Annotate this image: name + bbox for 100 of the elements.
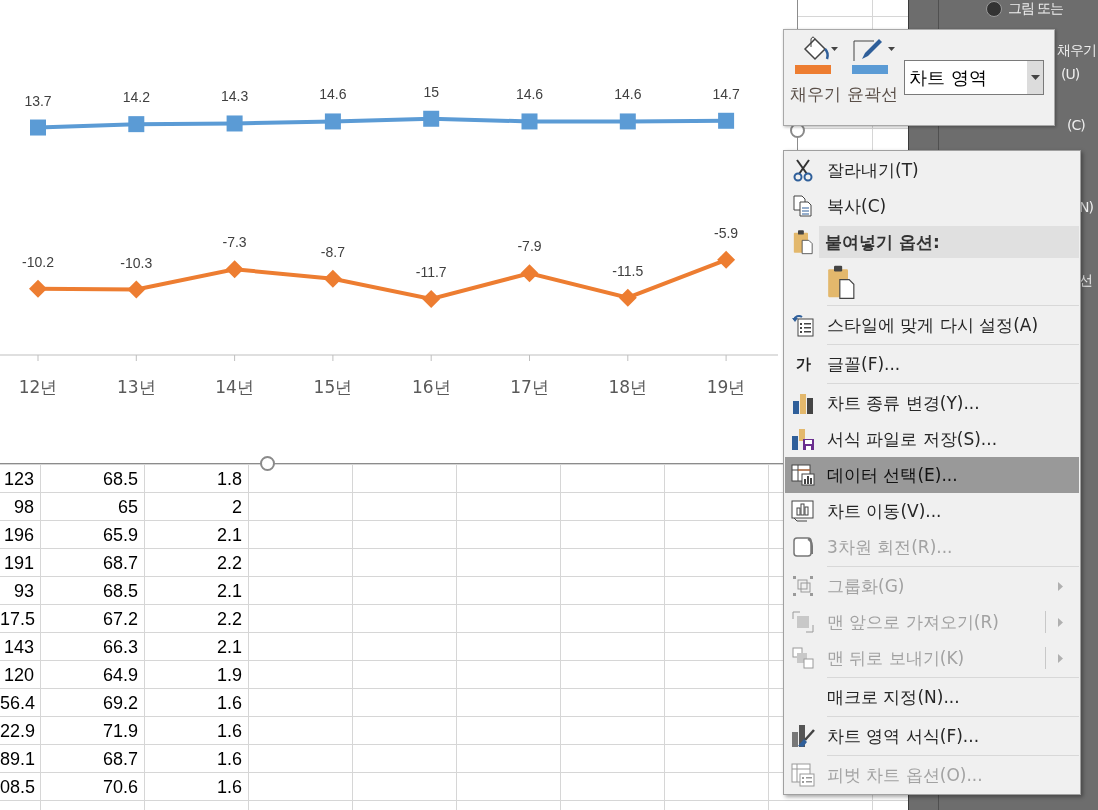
- pane-label: (U): [1061, 66, 1080, 82]
- move-chart-icon: [791, 500, 815, 522]
- submenu-arrow-icon: [1058, 617, 1063, 627]
- submenu-arrow-icon: [1058, 653, 1063, 663]
- data-label: 14.6: [614, 86, 642, 103]
- reset-style-icon: [791, 313, 815, 337]
- table-cell-text: 2.1: [215, 636, 243, 659]
- diamond-marker: [717, 250, 736, 269]
- square-marker: [324, 113, 341, 130]
- data-label: 15: [423, 83, 439, 100]
- menu-item[interactable]: 차트 이동(V)...: [785, 493, 1079, 529]
- table-cell-text: 120: [2, 664, 35, 687]
- font-icon: 가: [795, 354, 811, 374]
- table-cell-text: 1.6: [215, 776, 243, 799]
- diamond-marker: [422, 290, 441, 308]
- clipboard-icon: [793, 229, 813, 255]
- square-marker: [619, 113, 636, 130]
- square-marker: [128, 116, 145, 133]
- table-cell-text: 08.5: [0, 776, 37, 799]
- group-icon: [792, 575, 814, 597]
- fill-button[interactable]: 채우기: [790, 35, 841, 125]
- menu-item[interactable]: 데이터 선택(E)...: [785, 457, 1079, 493]
- table-cell-text: 98: [12, 496, 35, 519]
- diamond-marker: [225, 260, 244, 279]
- menu-item[interactable]: 가 글꼴(F)...: [785, 346, 1079, 382]
- scissors-icon: [792, 158, 814, 182]
- table-cell-text: 143: [2, 636, 35, 659]
- table-cell-text: 2.1: [215, 580, 243, 603]
- dropdown-caret-icon[interactable]: [1030, 75, 1040, 80]
- table-cell-text: 93: [12, 580, 35, 603]
- data-label: 14.2: [122, 89, 150, 106]
- table-cell-text: 69.2: [101, 692, 139, 715]
- pivot-chart-icon: [791, 763, 815, 787]
- table-cell-text: 2.2: [215, 608, 243, 631]
- table-cell-text: 123: [2, 468, 35, 491]
- pane-label: 채우기: [1057, 42, 1096, 60]
- table-cell-text: 1.9: [215, 664, 243, 687]
- cube-icon: [792, 536, 814, 558]
- option-label: 그림 또는: [1008, 0, 1064, 18]
- menu-item[interactable]: 서식 파일로 저장(S)...: [785, 421, 1079, 457]
- menu-item[interactable]: 차트 종류 변경(Y)...: [785, 385, 1079, 421]
- table-cell-text: 17.5: [0, 608, 37, 631]
- table-cell-text: 196: [2, 524, 35, 547]
- outline-button[interactable]: 윤곽선: [847, 35, 898, 125]
- paste-option-button[interactable]: [827, 264, 855, 300]
- element-select[interactable]: 차트 영역: [904, 60, 1044, 95]
- axis-label: 18년: [608, 377, 648, 397]
- menu-item[interactable]: 잘라내기(T): [785, 152, 1079, 188]
- data-label: 14.7: [712, 85, 740, 102]
- square-marker: [718, 112, 735, 129]
- data-label: -11.5: [612, 262, 644, 279]
- table-cell-text: 65: [116, 496, 139, 519]
- menu-item[interactable]: 매크로 지정(N)...: [785, 679, 1079, 715]
- radio-button[interactable]: [986, 1, 1002, 17]
- bring-front-icon: [792, 611, 814, 633]
- data-label: 14.6: [515, 86, 544, 103]
- table-cell-text: 1.6: [215, 692, 243, 715]
- table-cell-text: 2.1: [215, 524, 243, 547]
- axis-label: 13년: [117, 377, 156, 397]
- data-label: -10.3: [120, 254, 153, 271]
- diamond-marker: [323, 269, 342, 288]
- bar-chart-icon: [792, 392, 814, 414]
- data-label: -5.9: [714, 224, 739, 241]
- data-label: -10.2: [22, 253, 54, 270]
- data-label: 14.3: [221, 88, 249, 105]
- format-brush-icon: [791, 724, 815, 748]
- menu-item[interactable]: 복사(C): [785, 188, 1079, 224]
- table-cell-text: 68.5: [101, 468, 139, 491]
- table-cell-text: 70.6: [101, 776, 139, 799]
- table-cell-text: 67.2: [101, 608, 139, 631]
- pane-label: (C): [1067, 117, 1085, 133]
- table-cell-text: 64.9: [101, 664, 139, 687]
- diamond-marker: [127, 280, 146, 299]
- axis-label: 12년: [18, 377, 58, 397]
- data-label: 14.6: [319, 86, 347, 103]
- square-marker: [226, 115, 243, 132]
- menu-item[interactable]: 스타일에 맞게 다시 설정(A): [785, 307, 1079, 343]
- copy-icon: [792, 194, 814, 218]
- table-chart-icon: [791, 464, 815, 486]
- table-cell-text: 89.1: [0, 748, 37, 771]
- square-marker: [521, 113, 538, 130]
- data-label: -11.7: [415, 264, 447, 280]
- paint-bucket-icon: [792, 35, 839, 77]
- table-cell-text: 1.6: [215, 748, 243, 771]
- save-template-icon: [791, 427, 815, 451]
- table-cell-text: 2.2: [215, 552, 243, 575]
- clipboard-icon: [827, 264, 855, 300]
- data-label: 13.7: [24, 92, 52, 109]
- axis-label: 19년: [706, 377, 746, 397]
- table-cell-text: 2: [231, 496, 243, 519]
- table-cell-text: 71.9: [101, 720, 139, 743]
- table-cell-text: 68.7: [101, 748, 139, 771]
- table-cell-text: 68.7: [101, 552, 139, 575]
- menu-item[interactable]: 차트 영역 서식(F)...: [785, 718, 1079, 754]
- square-marker: [30, 119, 46, 136]
- submenu-arrow-icon: [1058, 581, 1063, 591]
- table-cell-text: 56.4: [0, 692, 37, 715]
- table-cell-text: 191: [2, 552, 35, 575]
- diamond-marker: [520, 264, 539, 283]
- axis-label: 15년: [313, 377, 353, 397]
